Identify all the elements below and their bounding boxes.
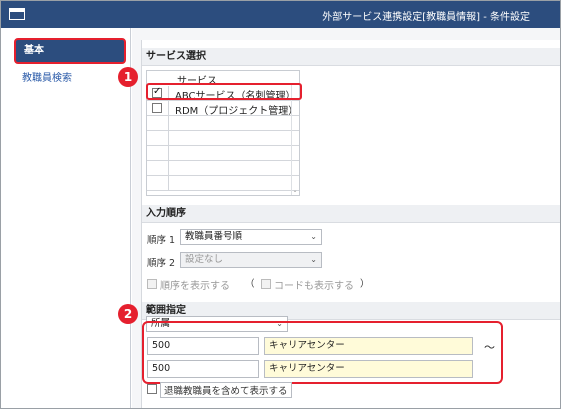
order1-value: 教職員番号順 <box>185 231 243 242</box>
include-retired-checkbox[interactable] <box>147 384 157 394</box>
chevron-down-icon: ⌄ <box>310 232 317 241</box>
sidebar-item-staff-search[interactable]: 教職員検索 <box>14 68 126 94</box>
order-section-heading: 入力順序 <box>142 205 560 223</box>
highlight-box-range <box>142 321 503 384</box>
window-title: 外部サービス連携設定[教職員情報] - 条件設定 <box>322 12 530 23</box>
step-badge-2: 2 <box>118 304 138 324</box>
highlight-box-service <box>146 83 302 100</box>
service-checkbox-rdm[interactable] <box>152 103 162 113</box>
service-row[interactable]: RDM（プロジェクト管理） <box>147 101 299 117</box>
service-scrollbar[interactable]: ⌄ <box>291 85 299 195</box>
include-retired-label: 退職教職員を含めて表示する <box>160 382 292 398</box>
order2-value: 設定なし <box>185 254 224 265</box>
service-row-empty <box>147 161 299 176</box>
chevron-down-icon: ⌄ <box>310 255 317 264</box>
app-window: 外部サービス連携設定[教職員情報] - 条件設定 基本 教職員検索 サービス選択… <box>0 0 561 409</box>
main-content: サービス選択 サービス ABCサービス（名刺管理） RDM（プロジェクト管理） <box>132 28 560 408</box>
show-code-label: コードも表示する <box>274 281 354 292</box>
step-badge-1: 1 <box>118 67 138 87</box>
title-bar: 外部サービス連携設定[教職員情報] - 条件設定 <box>1 1 560 28</box>
service-row-empty <box>147 146 299 161</box>
show-order-checkbox[interactable] <box>147 279 157 289</box>
service-row-empty <box>147 131 299 146</box>
order1-label: 順序 1 <box>147 235 176 246</box>
order1-select[interactable]: 教職員番号順 ⌄ <box>180 229 322 245</box>
paren-open: （ <box>245 279 255 290</box>
service-row-empty <box>147 176 299 191</box>
order2-select[interactable]: 設定なし ⌄ <box>180 252 322 268</box>
sidebar: 基本 教職員検索 <box>1 28 131 408</box>
paren-close: ） <box>360 279 370 290</box>
order2-label: 順序 2 <box>147 258 176 269</box>
scroll-down-icon[interactable]: ⌄ <box>291 187 299 195</box>
show-code-checkbox[interactable] <box>261 279 271 289</box>
service-row-empty <box>147 116 299 131</box>
service-section-heading: サービス選択 <box>142 48 560 66</box>
sidebar-item-basic[interactable]: 基本 <box>14 38 126 64</box>
window-icon <box>9 8 25 20</box>
settings-panel: サービス選択 サービス ABCサービス（名刺管理） RDM（プロジェクト管理） <box>141 40 560 408</box>
service-label-rdm: RDM（プロジェクト管理） <box>175 106 299 117</box>
show-order-label: 順序を表示する <box>160 281 230 292</box>
